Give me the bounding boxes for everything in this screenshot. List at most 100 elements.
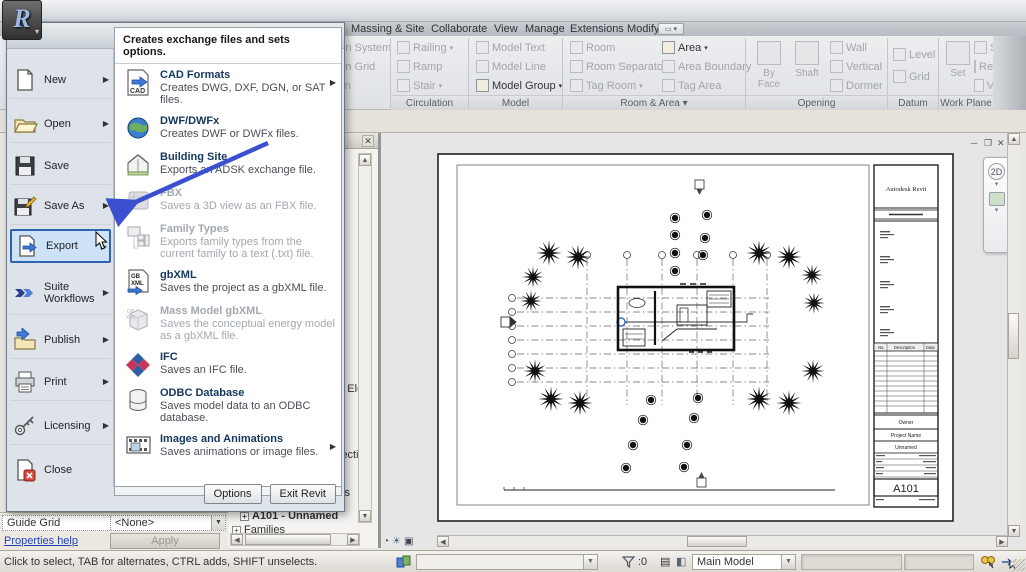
print-icon [12,370,38,394]
ribbon-item-set[interactable]: Set [941,39,975,93]
properties-help-link[interactable]: Properties help [4,535,78,547]
scroll-up-icon[interactable]: ▲ [1008,133,1020,145]
submenu-item-cad-formats[interactable]: CAD CAD FormatsCreates DWG, DXF, DGN, or… [115,64,341,110]
steering-wheel-icon[interactable]: 2D [988,163,1005,180]
submenu-item-building-site[interactable]: Building SiteExports an ADSK exchange fi… [115,146,341,182]
menu-item-export[interactable]: Export▶ [10,229,111,263]
exclude-options-icon[interactable] [980,555,996,569]
ribbon-item-dormer-opening[interactable]: Dormer [830,79,883,92]
scroll-down-icon[interactable]: ▼ [1008,525,1020,537]
submenu-item-gbxml[interactable]: GBXML gbXMLSaves the project as a gbXML … [115,264,341,300]
scroll-right-icon[interactable]: ▶ [347,534,359,545]
ribbon-item-room-separator[interactable]: Room Separator [570,60,667,73]
property-value[interactable]: <None> [111,516,211,530]
zoom-icon[interactable] [989,192,1005,206]
chevron-down-icon[interactable]: ▼ [211,516,225,530]
scroll-right-icon[interactable]: ▶ [996,536,1008,547]
menu-item-licensing[interactable]: Licensing▶ [10,407,111,445]
tab-collaborate[interactable]: Collaborate [424,22,494,36]
submenu-arrow-icon: ▶ [103,421,109,430]
apply-button[interactable]: Apply [110,533,220,549]
design-options-icon[interactable]: ◧ [676,555,686,568]
canvas-horizontal-scrollbar[interactable]: ◀ ▶ [437,535,1008,548]
room-icon [570,41,583,54]
ribbon-item-vertical-opening[interactable]: Vertical [830,60,882,73]
menu-item-open[interactable]: Open▶ [10,105,111,143]
chevron-down-icon[interactable]: ▾ [984,206,1009,214]
vertical-opening-icon [830,60,843,73]
properties-palette: Guide Grid <None> ▼ Properties help Appl… [0,512,228,550]
ribbon-item-grid[interactable]: Grid [893,70,930,83]
menu-item-publish[interactable]: Publish▶ [10,321,111,359]
visual-style-icon[interactable]: ◔ [383,536,389,547]
submenu-item-dwf[interactable]: DWF/DWFxCreates DWF or DWFx files. [115,110,341,146]
ribbon-state-toggle[interactable]: ▭ ▾ [658,23,684,35]
filter-icon[interactable] [622,556,635,568]
resize-grip[interactable] [1013,559,1025,571]
menu-item-save[interactable]: Save [10,147,111,185]
tab-massing-site[interactable]: Massing & Site [344,22,431,36]
close-icon[interactable]: ✕ [362,135,374,147]
odbc-database-icon [125,387,152,414]
view-control-bar[interactable]: ◔ ☀ ▣ [383,536,413,547]
submenu-item-mass-model-gbxml: GBXML Mass Model gbXMLSaves the conceptu… [115,300,341,346]
chevron-down-icon[interactable]: ▾ [984,180,1009,188]
exit-revit-button[interactable]: Exit Revit [270,484,336,504]
application-menu: 🗋 ▤ New▶ Open▶ Save Save As▶ Export▶ Sui… [6,22,345,512]
scroll-up-icon[interactable]: ▲ [359,154,371,166]
sun-path-icon[interactable]: ☀ [392,536,401,547]
scroll-left-icon[interactable]: ◀ [437,536,449,547]
railing-icon [397,41,410,54]
svg-text:Owner: Owner [899,420,914,426]
view-minimize-icon[interactable]: ─ [971,138,977,148]
panel-label-work-plane: Work Plane [939,95,993,110]
ribbon-item-tag-area[interactable]: Tag Area [662,79,721,92]
menu-item-save-as[interactable]: Save As▶ [10,187,111,225]
scroll-left-icon[interactable]: ◀ [231,534,243,545]
ribbon-item-shaft[interactable]: Shaft [790,39,824,93]
ribbon-item-room[interactable]: Room [570,41,615,54]
expand-icon[interactable]: + [240,512,249,521]
crop-view-icon[interactable]: ▣ [404,536,413,547]
svg-text:CAD: CAD [130,88,145,95]
ribbon-item-railing[interactable]: Railing▾ [397,41,453,54]
application-menu-button[interactable]: R ▾ [2,0,42,40]
ribbon-item-ramp[interactable]: Ramp [397,60,442,73]
ribbon-item-model-group[interactable]: Model Group▾ [476,79,562,92]
ribbon-item-tag-room[interactable]: Tag Room▾ [570,79,643,92]
scroll-down-icon[interactable]: ▼ [359,510,371,522]
status-panel [904,554,974,570]
submenu-item-odbc[interactable]: ODBC DatabaseSaves model data to an ODBC… [115,382,341,428]
submenu-item-ifc[interactable]: IFCSaves an IFC file. [115,346,341,382]
view-restore-icon[interactable]: ❐ [984,138,992,149]
ribbon-item-stair[interactable]: Stair▾ [397,79,442,92]
menu-item-suite-workflows[interactable]: Suite Workflows▶ [10,271,111,315]
svg-text:No.: No. [878,345,885,350]
worksets-icon[interactable] [396,555,411,569]
ribbon-item-model-line[interactable]: Model Line [476,60,546,73]
canvas-vertical-scrollbar[interactable]: ▲ ▼ [1007,133,1020,537]
menu-item-new[interactable]: New▶ [10,61,111,99]
browser-horizontal-scrollbar[interactable]: ◀ ▶ [230,533,360,546]
design-option-dropdown[interactable]: Main Model ▼ [692,554,796,570]
ribbon-item-wall-opening[interactable]: Wall [830,41,867,54]
ribbon-item-level[interactable]: Level [893,48,935,61]
view-close-icon[interactable]: ✕ [997,138,1005,149]
property-row-guide-grid[interactable]: Guide Grid <None> ▼ [2,515,226,531]
ribbon-item-area[interactable]: Area▾ [662,41,708,54]
title-bar [0,0,1026,22]
building-site-icon [125,151,152,178]
menu-item-print[interactable]: Print▶ [10,363,111,401]
ribbon-item-model-text[interactable]: Model Text [476,41,545,54]
drawing-area[interactable]: ─ ❐ ✕ [380,133,1020,548]
ribbon-item-by-face[interactable]: By Face [752,39,786,93]
area-icon [662,41,675,54]
navigation-bar[interactable]: 2D ▾ ▾ [983,157,1010,253]
editable-only-icon[interactable]: ▤ [660,555,670,568]
property-name: Guide Grid [3,516,111,530]
options-button[interactable]: Options [204,484,262,504]
submenu-item-images-animations[interactable]: Images and AnimationsSaves animations or… [115,428,341,464]
browser-vertical-scrollbar[interactable]: ▲ ▼ [358,153,372,523]
ribbon-item-area-boundary[interactable]: Area Boundary [662,60,751,73]
workset-dropdown[interactable]: ▼ [416,554,598,570]
